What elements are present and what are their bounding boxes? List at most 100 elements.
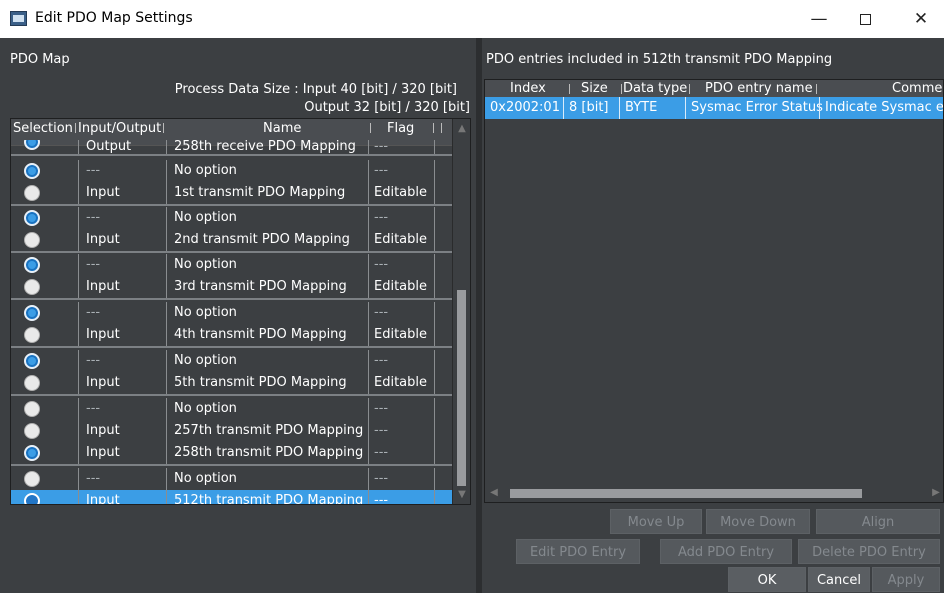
radio-button[interactable] xyxy=(24,445,40,461)
delete-pdo-entry-button[interactable]: Delete PDO Entry xyxy=(798,539,940,564)
row-io: --- xyxy=(78,160,166,182)
column-header-index[interactable]: Index xyxy=(510,80,546,97)
move-down-button[interactable]: Move Down xyxy=(706,509,810,534)
table-row[interactable]: --- No option --- xyxy=(11,254,452,276)
apply-button[interactable]: Apply xyxy=(872,567,940,592)
row-flag: --- xyxy=(368,490,434,504)
group-separator xyxy=(11,394,452,396)
scroll-down-icon[interactable]: ▼ xyxy=(455,488,469,502)
group-separator xyxy=(11,298,452,300)
table-row[interactable]: --- No option --- xyxy=(11,207,452,229)
table-row[interactable]: Input 4th transmit PDO Mapping Editable xyxy=(11,324,452,346)
horizontal-scrollbar[interactable]: ◀ ▶ xyxy=(485,485,943,502)
row-flag: --- xyxy=(368,468,434,490)
radio-button[interactable] xyxy=(24,401,40,417)
entry-index: 0x2002:01 xyxy=(490,100,560,115)
minimize-button[interactable]: — xyxy=(796,0,842,38)
scrollbar-thumb[interactable] xyxy=(457,290,466,486)
column-header-data-type[interactable]: Data type xyxy=(623,80,687,97)
radio-button[interactable] xyxy=(24,163,40,179)
row-name: No option xyxy=(166,160,368,182)
table-row[interactable]: --- No option --- xyxy=(11,160,452,182)
radio-button[interactable] xyxy=(24,375,40,391)
edit-pdo-entry-button[interactable]: Edit PDO Entry xyxy=(516,539,640,564)
radio-button[interactable] xyxy=(24,210,40,226)
scroll-right-icon[interactable]: ▶ xyxy=(929,486,943,500)
column-separator[interactable] xyxy=(370,123,371,133)
row-flag: --- xyxy=(368,254,434,276)
maximize-button[interactable] xyxy=(842,0,888,38)
radio-button[interactable] xyxy=(24,279,40,295)
ok-button[interactable]: OK xyxy=(728,567,806,592)
row-name: No option xyxy=(166,468,368,490)
column-separator[interactable] xyxy=(689,84,690,94)
pdo-map-title: PDO Map xyxy=(10,52,70,67)
row-name: 258th receive PDO Mapping xyxy=(166,140,368,154)
radio-button[interactable] xyxy=(24,305,40,321)
table-row[interactable]: Output 258th receive PDO Mapping --- xyxy=(11,140,452,162)
row-flag: Editable xyxy=(368,276,434,298)
radio-button[interactable] xyxy=(24,471,40,487)
row-flag: Editable xyxy=(368,372,434,394)
column-separator[interactable] xyxy=(75,123,76,133)
pdo-entries-table[interactable]: Index Size Data type PDO entry name Comm… xyxy=(484,79,944,503)
radio-button[interactable] xyxy=(24,493,40,504)
row-io: Input xyxy=(78,420,166,442)
row-flag: Editable xyxy=(368,229,434,251)
radio-button[interactable] xyxy=(24,232,40,248)
table-row[interactable]: --- No option --- xyxy=(11,468,452,490)
table-row[interactable]: Input 1st transmit PDO Mapping Editable xyxy=(11,182,452,204)
pdo-entry-row-selected[interactable]: 0x2002:01 8 [bit] BYTE Sysmac Error Stat… xyxy=(485,97,943,119)
column-separator[interactable] xyxy=(569,84,570,94)
scrollbar-thumb[interactable] xyxy=(510,489,862,498)
column-separator[interactable] xyxy=(433,123,434,133)
row-io: Input xyxy=(78,442,166,464)
radio-button[interactable] xyxy=(24,327,40,343)
table-row[interactable]: Input 258th transmit PDO Mapping --- xyxy=(11,442,452,464)
row-flag: --- xyxy=(368,207,434,229)
row-name: No option xyxy=(166,207,368,229)
scroll-left-icon[interactable]: ◀ xyxy=(487,486,501,500)
align-button[interactable]: Align xyxy=(816,509,940,534)
table-row[interactable]: Input 5th transmit PDO Mapping Editable xyxy=(11,372,452,394)
move-up-button[interactable]: Move Up xyxy=(610,509,702,534)
row-io: Input xyxy=(78,276,166,298)
cancel-button[interactable]: Cancel xyxy=(808,567,870,592)
column-header-size[interactable]: Size xyxy=(581,80,608,97)
table-row[interactable]: Input 257th transmit PDO Mapping --- xyxy=(11,420,452,442)
column-separator[interactable] xyxy=(621,84,622,94)
process-data-size-output: Output 32 [bit] / 320 [bit] xyxy=(304,100,470,115)
table-row[interactable]: Input 3rd transmit PDO Mapping Editable xyxy=(11,276,452,298)
column-header-entry-name[interactable]: PDO entry name xyxy=(705,80,813,97)
radio-button[interactable] xyxy=(24,140,40,150)
table-row-selected[interactable]: Input 512th transmit PDO Mapping --- xyxy=(11,490,452,504)
radio-button[interactable] xyxy=(24,353,40,369)
radio-button[interactable] xyxy=(24,257,40,273)
vertical-scrollbar[interactable]: ▲ ▼ xyxy=(452,119,470,504)
row-flag: Editable xyxy=(368,182,434,204)
row-flag: --- xyxy=(368,398,434,420)
close-button[interactable]: ✕ xyxy=(898,0,944,38)
row-io: --- xyxy=(78,468,166,490)
radio-button[interactable] xyxy=(24,185,40,201)
column-separator[interactable] xyxy=(816,84,817,94)
row-name: No option xyxy=(166,350,368,372)
column-header-comment[interactable]: Commen xyxy=(892,80,943,97)
pdo-map-rows: Output 258th receive PDO Mapping --- ---… xyxy=(11,140,452,504)
row-name: No option xyxy=(166,398,368,420)
table-row[interactable]: --- No option --- xyxy=(11,350,452,372)
row-io: Output xyxy=(78,140,166,154)
table-row[interactable]: --- No option --- xyxy=(11,302,452,324)
column-separator[interactable] xyxy=(163,123,164,133)
add-pdo-entry-button[interactable]: Add PDO Entry xyxy=(660,539,792,564)
radio-button[interactable] xyxy=(24,423,40,439)
scroll-up-icon[interactable]: ▲ xyxy=(455,122,469,136)
row-flag: --- xyxy=(368,302,434,324)
column-separator[interactable] xyxy=(441,123,442,133)
window-title: Edit PDO Map Settings xyxy=(35,10,193,26)
group-separator xyxy=(11,346,452,348)
pdo-map-table[interactable]: Selection Input/Output Name Flag Output … xyxy=(10,118,471,505)
table-row[interactable]: Input 2nd transmit PDO Mapping Editable xyxy=(11,229,452,251)
row-io: Input xyxy=(78,324,166,346)
table-row[interactable]: --- No option --- xyxy=(11,398,452,420)
